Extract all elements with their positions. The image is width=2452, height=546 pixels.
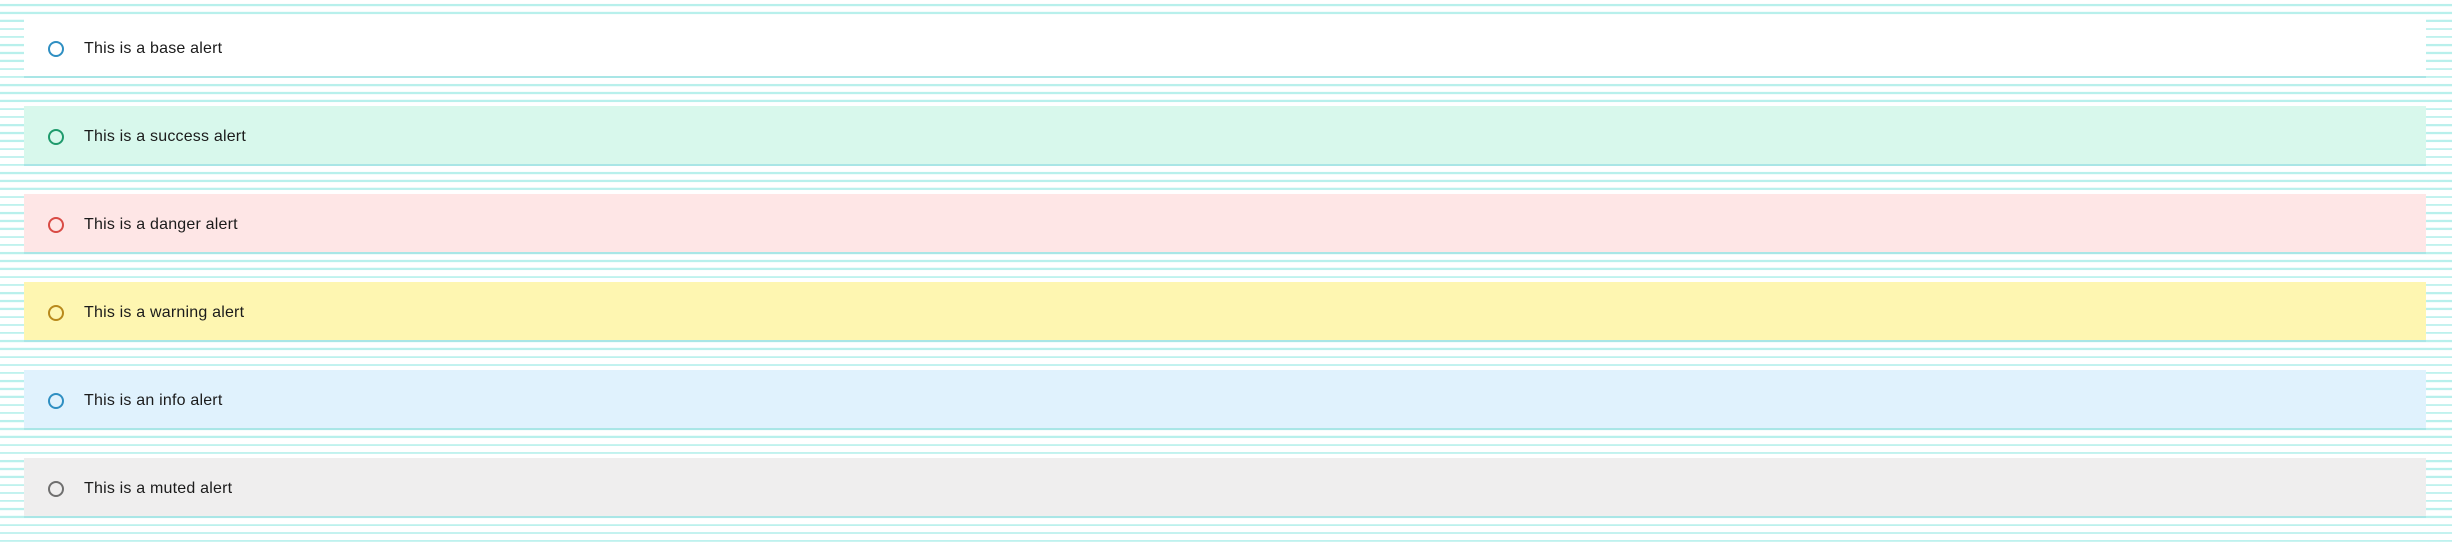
alert-message: This is a base alert xyxy=(84,40,223,57)
alert-message: This is a warning alert xyxy=(84,304,245,321)
circle-outline-icon xyxy=(48,305,64,321)
alert-message: This is an info alert xyxy=(84,392,223,409)
circle-outline-icon xyxy=(48,217,64,233)
alert-message: This is a success alert xyxy=(84,128,246,145)
circle-outline-icon xyxy=(48,129,64,145)
alert-muted: This is a muted alert xyxy=(24,458,2426,518)
alert-message: This is a danger alert xyxy=(84,216,238,233)
alert-danger: This is a danger alert xyxy=(24,194,2426,254)
circle-outline-icon xyxy=(48,393,64,409)
circle-outline-icon xyxy=(48,481,64,497)
alert-warning: This is a warning alert xyxy=(24,282,2426,342)
alert-info: This is an info alert xyxy=(24,370,2426,430)
alert-success: This is a success alert xyxy=(24,106,2426,166)
alert-base: This is a base alert xyxy=(24,18,2426,78)
circle-outline-icon xyxy=(48,41,64,57)
alert-list: This is a base alert This is a success a… xyxy=(24,18,2426,546)
alert-message: This is a muted alert xyxy=(84,480,233,497)
